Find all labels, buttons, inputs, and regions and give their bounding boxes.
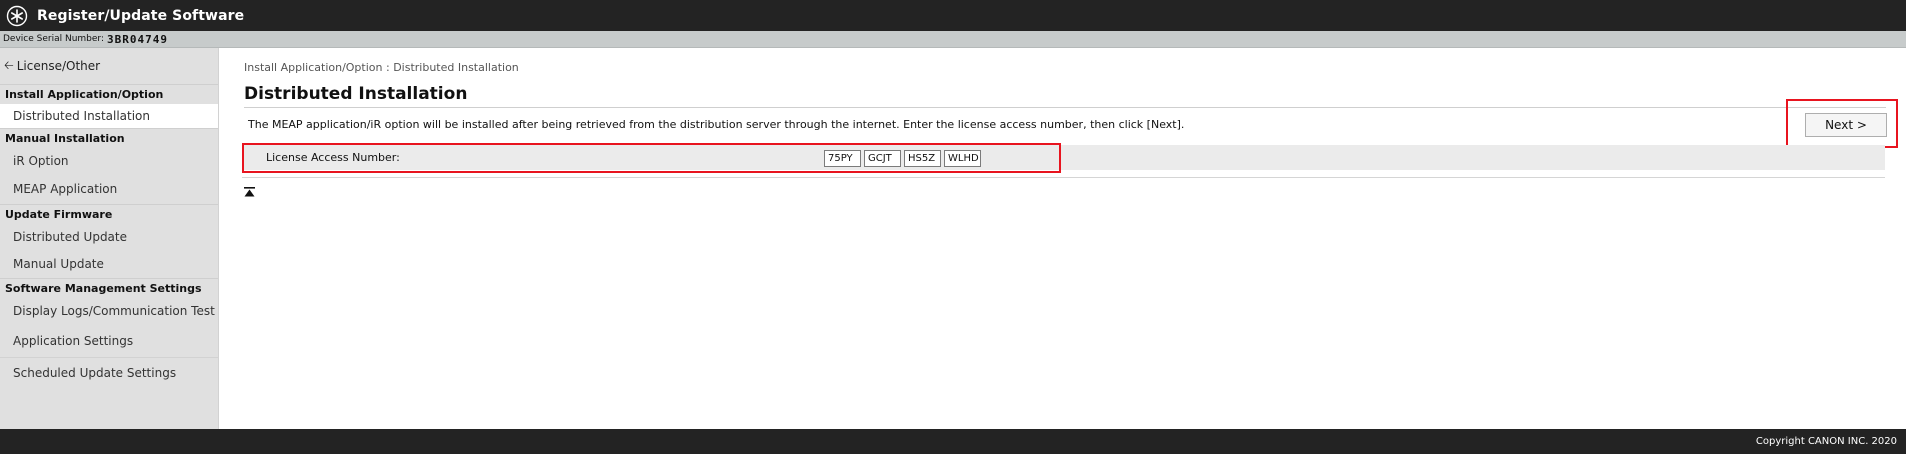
sidebar-item-distributed-installation[interactable]: Distributed Installation	[0, 104, 218, 128]
instruction-text: The MEAP application/iR option will be i…	[248, 118, 1185, 131]
sidebar: 🡠 License/Other Install Application/Opti…	[0, 48, 219, 429]
back-link-label: License/Other	[16, 59, 101, 73]
page-title: Distributed Installation	[244, 84, 468, 104]
gear-asterisk-icon	[6, 5, 28, 27]
app-header: Register/Update Software	[0, 0, 1906, 31]
sidebar-item-manual-update[interactable]: Manual Update	[0, 249, 218, 278]
sidebar-item-meap-application[interactable]: MEAP Application	[0, 174, 218, 204]
section-software-management-settings: Software Management Settings	[0, 278, 218, 297]
app-title: Register/Update Software	[37, 7, 245, 24]
section-update-firmware: Update Firmware	[0, 204, 218, 224]
copyright-text: Copyright CANON INC. 2020	[1755, 436, 1897, 447]
section-manual-installation: Manual Installation	[0, 128, 218, 148]
back-to-top-icon[interactable]	[244, 183, 255, 202]
section-divider	[242, 177, 1885, 178]
serial-label: Device Serial Number:	[3, 34, 104, 44]
sidebar-item-display-logs[interactable]: Display Logs/Communication Test	[0, 297, 218, 324]
license-highlight-box	[242, 143, 1061, 173]
breadcrumb: Install Application/Option : Distributed…	[244, 61, 519, 74]
next-button[interactable]: Next >	[1805, 113, 1887, 137]
sidebar-item-distributed-update[interactable]: Distributed Update	[0, 224, 218, 249]
section-install-application: Install Application/Option	[0, 84, 218, 104]
main-content: Install Application/Option : Distributed…	[220, 48, 1906, 429]
title-divider	[244, 107, 1886, 108]
sidebar-item-scheduled-update-settings[interactable]: Scheduled Update Settings	[0, 357, 218, 387]
sidebar-item-application-settings[interactable]: Application Settings	[0, 324, 218, 357]
arrow-left-icon: 🡠	[4, 57, 14, 72]
footer: Copyright CANON INC. 2020	[0, 429, 1906, 454]
sidebar-item-ir-option[interactable]: iR Option	[0, 148, 218, 174]
device-serial-bar: Device Serial Number: 3BR04749	[0, 31, 1906, 48]
back-license-other-link[interactable]: 🡠 License/Other	[0, 48, 218, 84]
serial-value: 3BR04749	[107, 32, 168, 46]
